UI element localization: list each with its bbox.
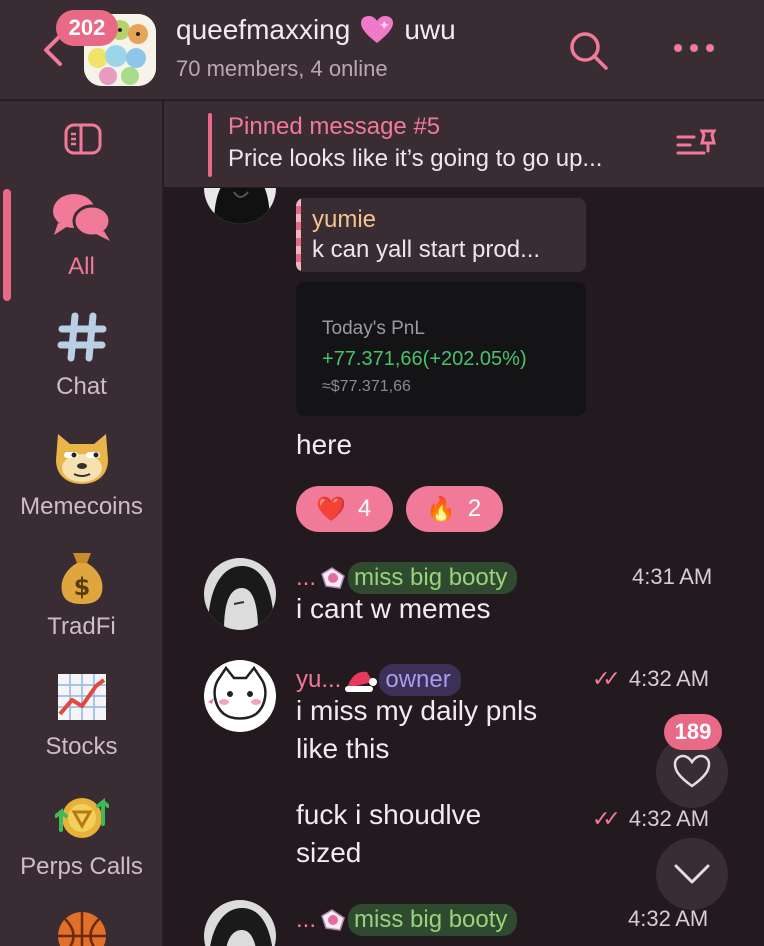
search-icon[interactable] [566,28,610,72]
message-text: sized [296,837,362,868]
sidebar-item-perps-calls[interactable]: Perps Calls [0,785,163,881]
reaction-count-badge: 189 [664,714,722,750]
sidebar-item-memecoins[interactable]: Memecoins [0,425,163,521]
more-icon[interactable] [672,38,716,58]
avatar[interactable] [204,900,276,946]
message-time: 4:32 AM [628,666,710,691]
chat-title[interactable]: queefmaxxing uwu [176,14,456,46]
sidebar-item-label: Perps Calls [20,853,143,880]
sidebar-item-all[interactable]: All [0,185,163,281]
double-check-icon: ✓✓ [592,806,621,831]
pnl-value: +77.371,66(+202.05%) [322,348,527,370]
sender-prefix: yu... [296,666,342,693]
sidebar-item-basketball[interactable] [0,901,163,946]
pinned-list-icon[interactable] [676,127,720,163]
sidebar-item-label: Stocks [45,733,118,760]
heart-emoji-icon: ❤️ [316,495,346,523]
chat-title-text: queefmaxxing [176,14,351,45]
pnl-image[interactable]: Today's PnL +77.371,66(+202.05%) ≈$77.37… [296,282,586,416]
message-text: fuck i shoudlve [296,799,482,830]
sidebar-item-stocks[interactable]: Stocks [0,665,163,761]
sidebar-item-chat[interactable]: Chat [0,305,163,401]
chat-title-suffix: uwu [404,14,456,45]
message-list[interactable]: yumie k can yall start prod... Today's P… [164,188,764,946]
token-arrows-icon [0,785,163,849]
avatar[interactable] [204,188,276,224]
heart-outline-icon [673,754,711,788]
reply-preview[interactable]: yumie k can yall start prod... [296,198,586,272]
sender-prefix: ... [296,906,317,933]
basketball-icon [0,901,163,946]
sender-tag: miss big booty [348,904,518,936]
message-text: i miss my daily pnls [296,695,538,726]
pinned-text: Price looks like it’s going to go up... [228,145,603,172]
folder-sidebar: All Chat Memecoins $ TradFi Stocks Perps… [0,101,163,946]
pnl-title: Today's PnL [322,318,425,339]
sidebar-item-label: Memecoins [20,493,143,520]
pink-heart-icon [361,16,394,43]
gem-icon [321,909,345,931]
reaction-fire[interactable]: 🔥 2 [406,486,504,532]
avatar[interactable] [204,660,276,732]
message-time-row: ✓✓ 4:32 AM [592,806,709,832]
scroll-down-button[interactable] [656,838,728,910]
double-check-icon: ✓✓ [592,666,621,691]
hashtag-icon [0,305,163,369]
reaction-count: 2 [467,495,482,522]
avatar[interactable] [204,558,276,630]
sidebar-item-label: Chat [56,373,107,400]
reply-sender: yumie [312,206,377,233]
member-count: 70 members, 4 online [176,56,388,81]
fire-emoji-icon: 🔥 [426,495,456,523]
santa-hat-icon [345,671,378,692]
message-time: 4:31 AM [632,564,713,589]
message-text: here [296,429,353,460]
reaction-count: 4 [357,495,372,522]
reaction-heart[interactable]: ❤️ 4 [296,486,394,532]
pinned-indicator [208,113,212,177]
sidebar-toggle-icon[interactable] [64,123,102,155]
pinned-title: Pinned message #5 [228,113,441,140]
message-text: like this [296,733,390,764]
sender-name[interactable]: ... miss big booty [296,904,518,936]
chat-bubbles-icon [0,185,163,249]
unread-count-badge: 202 [56,10,118,46]
svg-text:$: $ [73,573,90,601]
sidebar-item-tradfi[interactable]: $ TradFi [0,545,163,641]
message-text: i cant w memes [296,593,491,624]
sender-prefix: ... [296,564,317,591]
pnl-approx: ≈$77.371,66 [322,378,411,395]
sidebar-item-label: TradFi [47,613,116,640]
pinned-message-bar[interactable]: Pinned message #5 Price looks like it’s … [164,101,764,187]
message-time: 4:32 AM [628,806,710,831]
chart-icon [0,665,163,729]
message-time-row: ✓✓ 4:32 AM [592,666,709,692]
doge-icon [0,425,163,489]
message-time: 4:32 AM [628,906,709,931]
reply-text: k can yall start prod... [312,236,541,263]
chevron-down-icon [674,864,710,884]
money-bag-icon: $ [0,545,163,609]
chat-header: 202 queefmaxxing uwu 70 members, 4 onlin… [0,0,764,100]
sidebar-item-label: All [68,253,95,280]
gem-icon [321,567,345,589]
